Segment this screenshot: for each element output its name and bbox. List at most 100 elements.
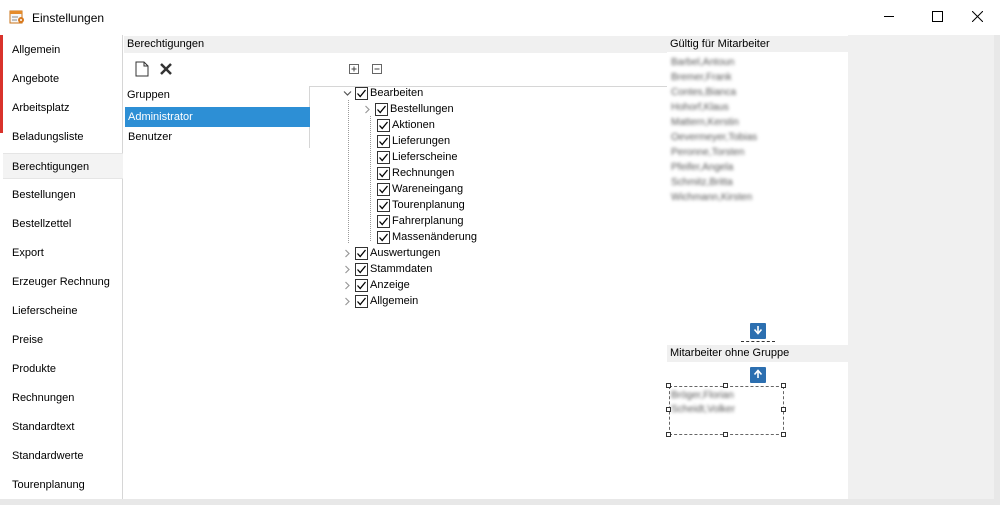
nav-item-bestellungen[interactable]: Bestellungen [3,182,123,208]
expand-all-button[interactable] [345,61,363,79]
delete-group-button[interactable] [157,61,175,79]
chevron-right-icon[interactable] [342,264,352,274]
resize-handle[interactable] [666,432,671,437]
resize-handle[interactable] [781,407,786,412]
nav-item-produkte[interactable]: Produkte [3,356,123,382]
nav-item-angebote[interactable]: Angebote [3,66,123,92]
employee-item[interactable]: Bröger,Florian [671,390,734,401]
employee-item[interactable]: Scheidt,Volker [671,404,735,415]
maximize-icon [931,10,943,22]
group-item-benutzer[interactable]: Benutzer [125,127,310,147]
tree-node-label: Rechnungen [392,167,455,179]
group-item-administrator[interactable]: Administrator [125,107,310,127]
nav-item-erzeuger-rechnung[interactable]: Erzeuger Rechnung [3,269,123,295]
employee-item[interactable]: Barbel,Antoun [671,57,734,68]
checkbox-checked[interactable] [377,230,390,244]
tree-node-stammdaten[interactable]: Stammdaten [342,261,432,277]
checkbox-checked[interactable] [377,182,390,196]
resize-handle[interactable] [723,383,728,388]
checkbox-checked[interactable] [355,246,368,260]
tree-node-anzeige[interactable]: Anzeige [342,277,410,293]
tree-node-wareneingang[interactable]: Wareneingang [377,181,463,197]
new-document-icon [135,61,149,80]
valid-employees-header: Gültig für Mitarbeiter [667,36,848,53]
chevron-right-icon[interactable] [342,280,352,290]
groups-label: Gruppen [127,89,170,101]
employee-item[interactable]: Peronne,Torsten [671,147,744,158]
resize-handle[interactable] [781,432,786,437]
tree-node-allgemein[interactable]: Allgemein [342,293,418,309]
employee-item[interactable]: Bremer,Frank [671,72,732,83]
chevron-right-icon[interactable] [342,248,352,258]
chevron-right-icon[interactable] [342,296,352,306]
tree-node-bearbeiten[interactable]: Bearbeiten [342,85,423,101]
tree-node-bestellungen[interactable]: Bestellungen [362,101,454,117]
tree-node-lieferscheine[interactable]: Lieferscheine [377,149,457,165]
tree-node-auswertungen[interactable]: Auswertungen [342,245,440,261]
nav-item-berechtigungen[interactable]: Berechtigungen [3,153,123,179]
checkbox-checked[interactable] [375,102,388,116]
expand-all-icon [349,63,359,77]
employee-item[interactable]: Schmitz,Britta [671,177,733,188]
employee-item[interactable]: Contes,Bianca [671,87,736,98]
tree-node-label: Aktionen [392,119,435,131]
nav-item-allgemein[interactable]: Allgemein [3,37,123,63]
resize-handle[interactable] [723,432,728,437]
tree-node-lieferungen[interactable]: Lieferungen [377,133,450,149]
window-bottom-edge [0,499,1000,505]
checkbox-checked[interactable] [355,294,368,308]
employee-item[interactable]: Wichmann,Kirsten [671,192,752,203]
tree-node-label: Allgemein [370,295,419,307]
minimize-icon [883,11,895,22]
checkbox-checked[interactable] [355,262,368,276]
chevron-down-icon[interactable] [342,88,352,98]
close-icon [971,10,983,22]
permissions-header: Berechtigungen [124,36,667,53]
tree-guide-line [370,116,371,241]
resize-handle[interactable] [666,383,671,388]
tree-node-aktionen[interactable]: Aktionen [377,117,435,133]
move-down-button[interactable] [750,323,766,339]
nav-item-bestellzettel[interactable]: Bestellzettel [3,211,123,237]
nav-item-standardwerte[interactable]: Standardwerte [3,443,123,469]
tree-node-tourenplanung[interactable]: Tourenplanung [377,197,465,213]
arrow-down-icon [753,325,763,338]
minimize-button[interactable] [866,0,912,32]
tree-guide-line [348,100,349,243]
resize-handle[interactable] [781,383,786,388]
checkbox-checked[interactable] [377,214,390,228]
employee-item[interactable]: Hohorf,Klaus [671,102,729,113]
splitter-handle[interactable] [741,341,775,342]
nav-item-lieferscheine[interactable]: Lieferscheine [3,298,123,324]
tree-node-fahrerplanung[interactable]: Fahrerplanung [377,213,464,229]
move-up-button[interactable] [750,367,766,383]
tree-node-rechnungen[interactable]: Rechnungen [377,165,454,181]
nav-item-preise[interactable]: Preise [3,327,123,353]
checkbox-checked[interactable] [377,150,390,164]
employee-item[interactable]: Mattern,Kerstin [671,117,739,128]
tree-node-massenaenderung[interactable]: Massenänderung [377,229,477,245]
title-bar: Einstellungen [0,0,1000,35]
nav-item-standardtext[interactable]: Standardtext [3,414,123,440]
collapse-all-icon [372,63,382,77]
nav-item-rechnungen[interactable]: Rechnungen [3,385,123,411]
checkbox-checked[interactable] [377,166,390,180]
close-button[interactable] [954,0,1000,32]
checkbox-checked[interactable] [355,86,368,100]
checkbox-checked[interactable] [377,118,390,132]
checkbox-checked[interactable] [377,134,390,148]
checkbox-checked[interactable] [355,278,368,292]
checkbox-checked[interactable] [377,198,390,212]
nav-item-export[interactable]: Export [3,240,123,266]
arrow-up-icon [753,368,763,382]
chevron-right-icon[interactable] [362,104,372,114]
nav-item-tourenplanung[interactable]: Tourenplanung [3,472,123,498]
nav-item-beladungsliste[interactable]: Beladungsliste [3,124,123,150]
nav-item-arbeitsplatz[interactable]: Arbeitsplatz [3,95,123,121]
employee-item[interactable]: Oevermeyer,Tobias [671,132,757,143]
tree-node-label: Bestellungen [390,103,454,115]
tree-node-label: Massenänderung [392,231,478,243]
new-group-button[interactable] [133,61,151,79]
collapse-all-button[interactable] [368,61,386,79]
employee-item[interactable]: Pfeifer,Angela [671,162,733,173]
